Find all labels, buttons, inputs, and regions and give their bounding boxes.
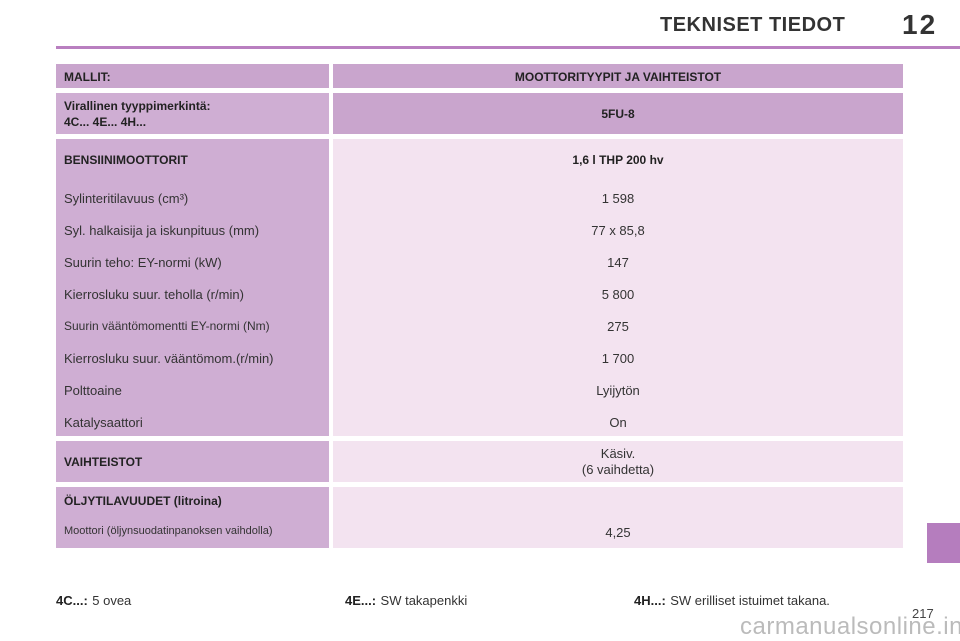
- spec-value: 1 700: [601, 351, 635, 366]
- official-type-value: 5FU-8: [601, 107, 635, 121]
- official-type-label-line2: 4C... 4E... 4H...: [64, 115, 147, 129]
- engine-types-label: MOOTTORITYYPIT JA VAIHTEISTOT: [514, 70, 722, 84]
- oil-value-cell: 4,25: [333, 487, 903, 548]
- spec-label: Kierrosluku suur. vääntömom.(r/min): [64, 351, 274, 366]
- spec-label: Suurin teho: EY-normi (kW): [64, 255, 222, 270]
- models-label-cell: MALLIT:: [56, 64, 329, 88]
- header-divider: [56, 46, 960, 49]
- footer-note-key: 4C...:: [56, 593, 88, 608]
- footer-note-key: 4H...:: [634, 593, 666, 608]
- footer-note-text: 5 ovea: [92, 593, 132, 608]
- page-title: TEKNISET TIEDOT: [660, 14, 846, 36]
- spec-label: Sylinteritilavuus (cm³): [64, 191, 189, 206]
- gearbox-value-line1: Käsiv.: [600, 446, 636, 461]
- chapter-number: 12: [902, 9, 938, 40]
- spec-value: 275: [607, 319, 629, 334]
- footer-note-text: SW erilliset istuimet takana.: [670, 593, 830, 608]
- spec-label: Syl. halkaisija ja iskunpituus (mm): [64, 223, 260, 238]
- spec-value: 5 800: [601, 287, 635, 302]
- models-label: MALLIT:: [64, 70, 111, 84]
- footer-note-4c: 4C...: 5 ovea: [56, 592, 131, 610]
- gearbox-value-line2: (6 vaihdetta): [581, 462, 655, 477]
- official-type-label-cell: Virallinen tyyppimerkintä: 4C... 4E... 4…: [56, 93, 329, 134]
- footer-note-text: SW takapenkki: [380, 593, 468, 608]
- spec-value: 1 598: [601, 191, 635, 206]
- watermark-text: carmanualsonline.info: [740, 613, 960, 640]
- footer-note-4e: 4E...: SW takapenkki: [345, 592, 467, 610]
- footer-note-key: 4E...:: [345, 593, 377, 608]
- spec-value: 77 x 85,8: [591, 223, 645, 238]
- spec-label: Polttoaine: [64, 383, 122, 398]
- footer-note-4h: 4H...: SW erilliset istuimet takana.: [634, 592, 830, 610]
- spec-value: Lyijytön: [596, 383, 640, 398]
- engine-types-label-cell: MOOTTORITYYPIT JA VAIHTEISTOT: [333, 64, 903, 88]
- official-type-label-line1: Virallinen tyyppimerkintä:: [64, 99, 211, 113]
- petrol-engine-value: 1,6 l THP 200 hv: [572, 153, 664, 167]
- spec-value: On: [609, 415, 627, 430]
- spec-value: 147: [607, 255, 629, 270]
- oil-capacity-value: 4,25: [605, 525, 631, 540]
- chapter-side-tab: [927, 523, 960, 563]
- gearbox-label: VAIHTEISTOT: [64, 455, 143, 469]
- oil-label-cell: ÖLJYTILAVUUDET (litroina) Moottori (öljy…: [56, 487, 329, 548]
- gearbox-value-cell: Käsiv. (6 vaihdetta): [333, 441, 903, 482]
- petrol-engines-label: BENSIINIMOOTTORIT: [64, 153, 188, 167]
- gearbox-label-cell: VAIHTEISTOT: [56, 441, 329, 482]
- official-type-value-cell: 5FU-8: [333, 93, 903, 134]
- oil-capacity-label: ÖLJYTILAVUUDET (litroina): [64, 494, 222, 508]
- spec-label: Kierrosluku suur. teholla (r/min): [64, 287, 244, 302]
- oil-capacity-sub-label: Moottori (öljynsuodatinpanoksen vaihdoll…: [64, 525, 273, 537]
- spec-label: Katalysaattori: [64, 415, 143, 430]
- spec-label: Suurin vääntömomentti EY-normi (Nm): [64, 319, 270, 333]
